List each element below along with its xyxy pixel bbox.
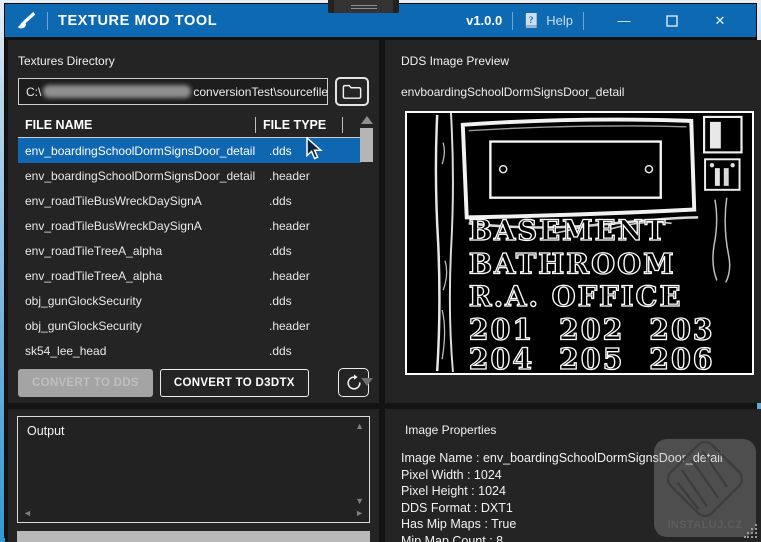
textures-directory-input[interactable]: C:\ conversionTest\sourcefiles_d3dtx [18,78,328,105]
output-scroll-left-icon[interactable]: ◄ [23,509,32,518]
file-row[interactable]: obj_gunGlockSecurity .dds [18,288,361,313]
file-list: env_boardingSchoolDormSignsDoor_detail .d… [18,138,361,363]
column-divider[interactable] [342,117,343,133]
image-properties-title: Image Properties [405,423,497,437]
help-button[interactable]: ? Help [523,12,573,29]
help-book-icon: ? [526,12,537,29]
file-type-cell: .header [269,268,310,283]
screen-drag-handle[interactable] [328,0,399,13]
file-row[interactable]: sk54_lee_head .dds [18,338,361,363]
file-type-cell: .header [269,168,310,183]
column-header-file-name[interactable]: FILE NAME [18,118,255,132]
drag-handle-grip-icon [350,4,377,6]
sign-text-line: BATHROOM [469,248,676,281]
file-type-cell: .dds [269,343,292,358]
convert-to-dds-button[interactable]: CONVERT TO DDS [18,368,153,397]
output-panel: Output ▲ ▼ ◄ ► [8,409,379,542]
progress-bar [17,531,370,542]
dds-preview-panel: DDS Image Preview envboardingSchoolDormS… [385,40,761,403]
file-row[interactable]: env_roadTileBusWreckDaySignA .dds [18,188,361,213]
file-type-cell: .dds [269,143,292,158]
file-row[interactable]: env_roadTileTreeA_alpha .dds [18,238,361,263]
output-console[interactable]: Output ▲ ▼ ◄ ► [17,416,370,523]
titlebar-divider [583,11,584,30]
browse-folder-button[interactable] [335,77,369,106]
main-content: Textures Directory C:\ conversionTest\so… [5,37,761,542]
file-name-cell: env_roadTileBusWreckDaySignA [25,193,202,208]
sign-text-line: R.A. OFFICE [469,280,683,313]
app-window: TEXTURE MOD TOOL v1.0.0 ? Help — ✕ Textu… [4,3,761,542]
dds-preview-image: BASEMENT BATHROOM R.A. OFFICE 201 202 20… [405,111,754,375]
drag-handle-grip-icon [350,7,377,9]
close-button[interactable]: ✕ [696,6,744,36]
file-row[interactable]: env_roadTileBusWreckDaySignA .header [18,213,361,238]
file-type-cell: .dds [269,293,292,308]
maximize-icon [666,14,678,27]
scroll-up-arrow-icon[interactable] [360,116,373,124]
path-redacted-blur [43,85,192,98]
file-name-cell: env_roadTileTreeA_alpha [25,243,163,258]
column-header-file-type[interactable]: FILE TYPE [256,118,342,132]
instaluj-watermark: INSTALUJ.CZ [654,439,756,537]
file-row[interactable]: env_roadTileTreeA_alpha .header [18,263,361,288]
help-label: Help [546,13,573,28]
file-name-cell: sk54_lee_head [25,343,107,358]
file-row[interactable]: env_boardingSchoolDormSignsDoor_detail .h… [18,163,361,188]
scroll-down-arrow-icon[interactable] [360,378,373,386]
output-scroll-right-icon[interactable]: ► [355,509,364,518]
svg-text:?: ? [529,16,534,26]
file-name-cell: obj_gunGlockSecurity [25,318,142,333]
output-scroll-down-icon[interactable]: ▼ [355,497,364,506]
maximize-button[interactable] [648,6,696,36]
file-type-cell: .dds [269,243,292,258]
file-row[interactable]: obj_gunGlockSecurity .header [18,313,361,338]
file-type-cell: .header [269,318,310,333]
version-label: v1.0.0 [466,13,503,28]
resize-grip[interactable] [744,524,758,538]
file-row[interactable]: env_boardingSchoolDormSignsDoor_detail .d… [18,138,361,163]
paintbrush-app-icon [17,11,36,28]
file-name-cell: env_boardingSchoolDormSignsDoor_detail [25,168,256,183]
sign-text-line: BASEMENT [469,214,668,247]
sign-text-line: 204 205 206 [469,342,715,375]
folder-icon [342,84,362,99]
output-label: Output [27,424,65,438]
file-name-cell: env_roadTileBusWreckDaySignA [25,218,202,233]
titlebar-divider [512,11,514,30]
dds-preview-title: DDS Image Preview [401,54,510,68]
file-type-cell: .dds [269,193,292,208]
app-title: TEXTURE MOD TOOL [58,12,218,29]
file-name-cell: obj_gunGlockSecurity [25,293,142,308]
minimize-button[interactable]: — [600,6,648,36]
titlebar-divider [47,11,48,30]
file-list-scrollbar[interactable] [359,116,374,386]
textures-panel: Textures Directory C:\ conversionTest\so… [8,40,379,403]
file-table-header: FILE NAME FILE TYPE [18,113,361,138]
preview-filename: envboardingSchoolDormSignsDoor_detail [401,85,625,99]
file-name-cell: env_boardingSchoolDormSignsDoor_detail [25,143,256,158]
file-type-cell: .header [269,218,310,233]
convert-to-d3dtx-button[interactable]: CONVERT TO D3DTX [159,368,309,397]
textures-directory-label: Textures Directory [18,54,115,68]
output-scroll-up-icon[interactable]: ▲ [355,422,364,431]
path-suffix: conversionTest\sourcefiles_d3dtx [193,84,328,99]
watermark-text: INSTALUJ.CZ [667,519,743,531]
file-name-cell: env_roadTileTreeA_alpha [25,268,163,283]
scrollbar-thumb[interactable] [360,128,373,162]
path-prefix: C:\ [26,84,42,99]
